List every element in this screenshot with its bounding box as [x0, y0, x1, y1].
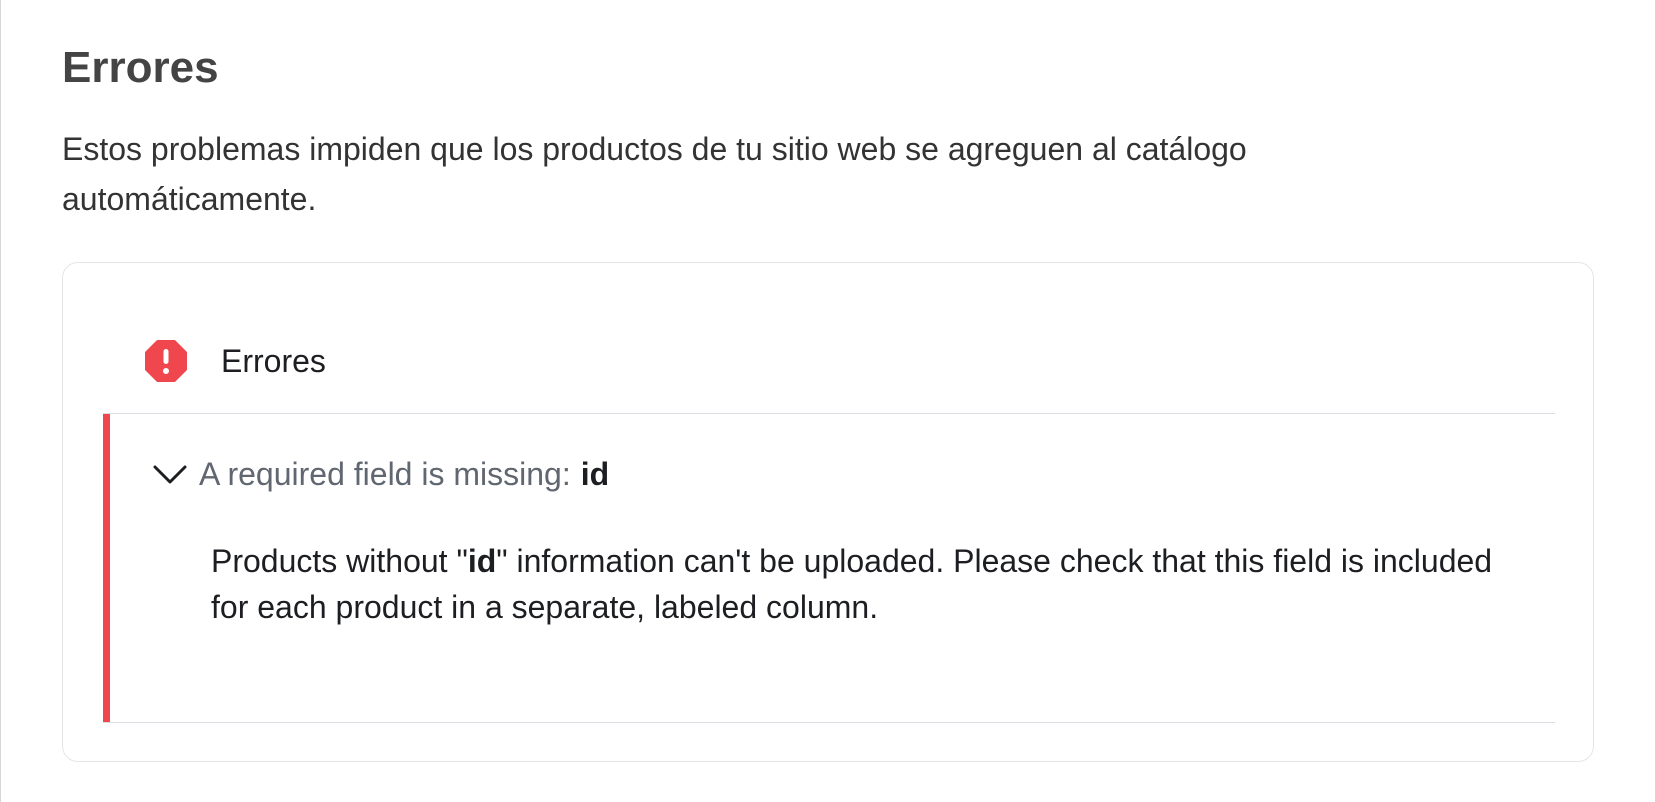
error-field-name: id [580, 456, 610, 492]
errors-section-header: Errores [145, 339, 326, 383]
error-message-field: id [467, 543, 497, 579]
error-message: Products without "id" information can't … [211, 538, 1531, 630]
error-message-start: Products without " [211, 543, 468, 579]
error-octagon-icon [145, 340, 187, 382]
errors-section-title: Errores [221, 342, 326, 379]
error-title: A required field is missing: [199, 456, 571, 492]
left-edge-divider [0, 0, 1, 802]
error-expand-toggle[interactable]: A required field is missing: id [153, 456, 609, 493]
section-divider-bottom [103, 722, 1555, 723]
chevron-down-icon [153, 465, 187, 483]
errors-card: Errores A required field is missing: id … [62, 262, 1594, 762]
page-description: Estos problemas impiden que los producto… [62, 131, 1247, 217]
error-item: A required field is missing: id Products… [103, 414, 1555, 722]
error-accent-bar [103, 414, 110, 722]
page-title: Errores [62, 43, 219, 92]
